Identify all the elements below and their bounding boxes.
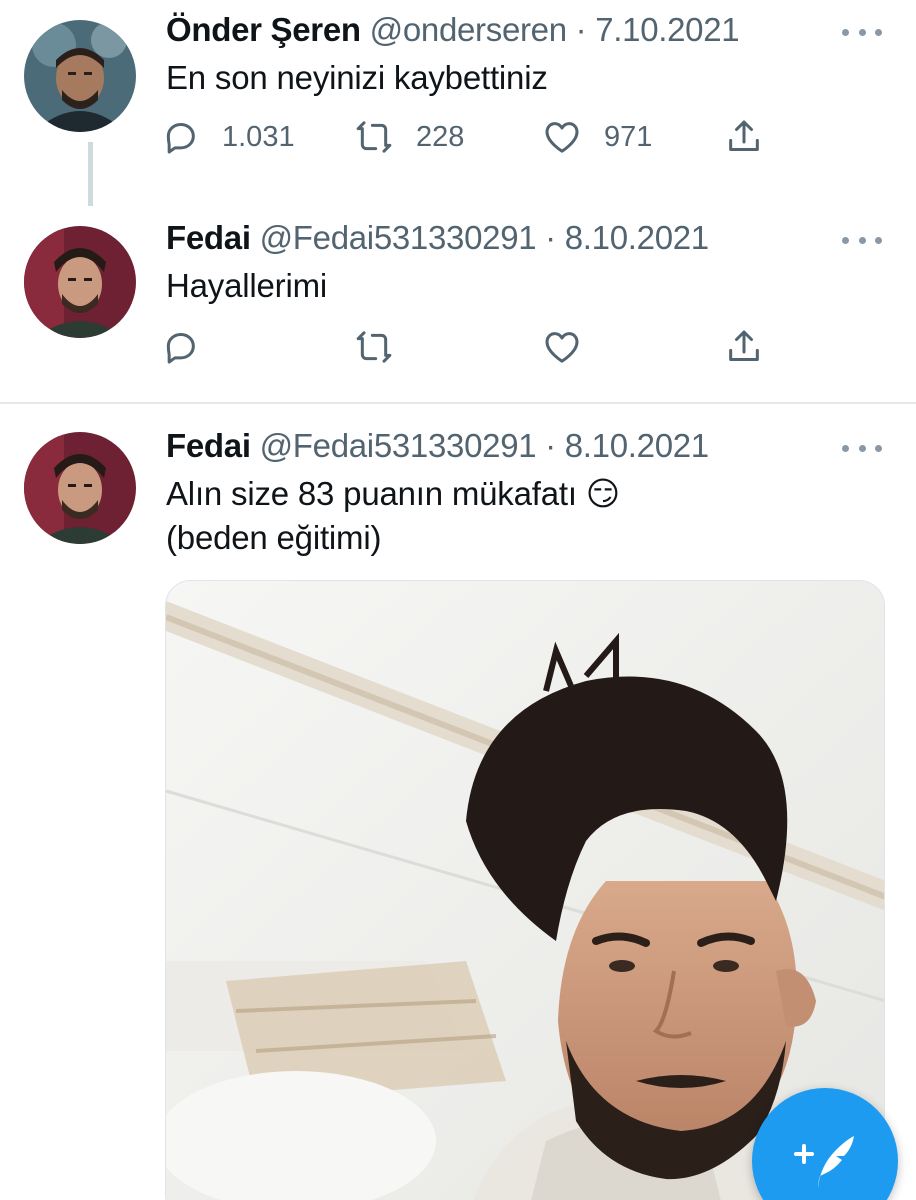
retweet-count: 228 xyxy=(416,120,465,153)
more-icon[interactable] xyxy=(842,438,882,458)
reply-count: 1.031 xyxy=(222,120,295,153)
handle[interactable]: @onderseren xyxy=(370,11,567,48)
reply-button[interactable]: 1.031 xyxy=(160,112,295,162)
separator: · xyxy=(536,219,565,256)
tweet-header: Fedai @Fedai531330291 · 8.10.2021 xyxy=(166,218,709,258)
display-name[interactable]: Fedai xyxy=(166,427,251,464)
retweet-icon xyxy=(356,331,392,363)
avatar-image xyxy=(24,226,136,338)
tweet-reply[interactable]: Fedai @Fedai531330291 · 8.10.2021 Hayall… xyxy=(0,210,916,400)
tweet-text: Alın size 83 puanın mükafatı 😏 (beden eğ… xyxy=(166,472,620,560)
avatar-image xyxy=(24,432,136,544)
share-icon xyxy=(729,330,759,361)
avatar[interactable] xyxy=(24,432,136,544)
retweet-icon xyxy=(356,121,392,153)
avatar[interactable] xyxy=(24,226,136,338)
twitter-thread-view: Önder Şeren @onderseren · 7.10.2021 En s… xyxy=(0,0,916,1200)
reply-icon xyxy=(166,123,195,154)
like-button[interactable]: 971 xyxy=(542,112,652,162)
display-name[interactable]: Fedai xyxy=(166,219,251,256)
tweet-text-line: Hayallerimi xyxy=(166,267,327,304)
handle[interactable]: @Fedai531330291 xyxy=(260,427,537,464)
like-count: 971 xyxy=(604,120,653,153)
separator: · xyxy=(566,11,596,48)
action-bar xyxy=(160,322,800,372)
share-icon xyxy=(729,120,759,151)
more-icon[interactable] xyxy=(842,22,882,42)
tweet-date[interactable]: 8.10.2021 xyxy=(565,427,709,464)
reply-button[interactable] xyxy=(160,322,200,372)
compose-tweet-icon xyxy=(794,1136,854,1188)
like-button[interactable] xyxy=(542,322,582,372)
display-name[interactable]: Önder Şeren xyxy=(166,11,361,48)
tweet-text-line: Alın size 83 puanın mükafatı 😏 xyxy=(166,475,620,512)
more-icon[interactable] xyxy=(842,230,882,250)
tweet-date[interactable]: 8.10.2021 xyxy=(565,219,709,256)
tweet-text-line: En son neyinizi kaybettiniz xyxy=(166,59,548,96)
tweet-text: Hayallerimi xyxy=(166,264,327,308)
handle[interactable]: @Fedai531330291 xyxy=(260,219,537,256)
thread-connector xyxy=(88,142,93,206)
reply-icon xyxy=(166,333,195,364)
action-bar: 1.031 228 971 xyxy=(160,112,800,162)
heart-icon xyxy=(545,332,579,363)
tweet-text-line: (beden eğitimi) xyxy=(166,519,382,556)
share-button[interactable] xyxy=(724,112,764,162)
tweet-header: Önder Şeren @onderseren · 7.10.2021 xyxy=(166,10,740,50)
heart-icon xyxy=(545,122,579,153)
avatar[interactable] xyxy=(24,20,136,132)
tweet-text: En son neyinizi kaybettiniz xyxy=(166,56,548,100)
tweet-original[interactable]: Önder Şeren @onderseren · 7.10.2021 En s… xyxy=(0,0,916,200)
retweet-button[interactable] xyxy=(354,322,394,372)
separator: · xyxy=(536,427,565,464)
retweet-button[interactable]: 228 xyxy=(354,112,464,162)
tweet-date[interactable]: 7.10.2021 xyxy=(595,11,739,48)
share-button[interactable] xyxy=(724,322,764,372)
tweet-header: Fedai @Fedai531330291 · 8.10.2021 xyxy=(166,426,709,466)
avatar-image xyxy=(24,20,136,132)
